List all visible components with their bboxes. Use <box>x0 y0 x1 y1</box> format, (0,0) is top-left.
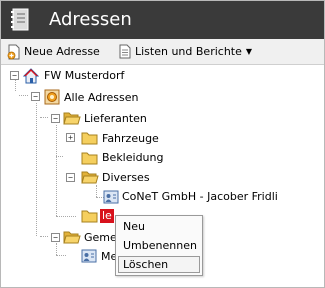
tree-connector <box>40 117 48 118</box>
tree-node-contact[interactable]: CoNeT GmbH - Jacober Fridli <box>122 190 278 204</box>
context-menu-rename[interactable]: Umbenennen <box>118 237 200 254</box>
lists-reports-label: Listen und Berichte <box>135 44 242 58</box>
tree-connector <box>56 255 66 256</box>
new-address-label: Neue Adresse <box>24 44 100 58</box>
context-menu-new[interactable]: Neu <box>118 218 200 235</box>
house-icon <box>22 68 40 84</box>
tree-node-selected[interactable]: le <box>100 209 114 223</box>
contact-card-icon <box>103 189 119 205</box>
lists-reports-dropdown[interactable]: Listen und Berichte ▼ <box>119 39 252 64</box>
tree-node-misc[interactable]: Diverses <box>102 171 150 185</box>
tree-connector <box>56 216 76 217</box>
folder-open-icon <box>63 229 81 245</box>
contact-card-icon <box>81 248 97 264</box>
context-menu: Neu Umbenennen Löschen <box>115 215 203 276</box>
folder-icon <box>81 130 98 146</box>
folder-icon <box>81 150 98 166</box>
chevron-down-icon: ▼ <box>245 47 253 56</box>
folder-open-icon <box>63 110 81 126</box>
report-document-icon <box>119 44 131 59</box>
tree-connector <box>56 125 57 216</box>
tree-node-clothing[interactable]: Bekleidung <box>102 151 163 165</box>
expand-toggle[interactable]: + <box>66 133 75 142</box>
collapse-toggle[interactable]: − <box>51 114 60 123</box>
tree-connector <box>40 236 48 237</box>
tree-connector <box>15 80 16 91</box>
collapse-toggle[interactable]: − <box>31 92 40 101</box>
tree-connector <box>56 156 63 157</box>
tree-node-group[interactable]: Geme <box>84 231 117 245</box>
collapse-toggle[interactable]: − <box>66 173 75 182</box>
collapse-toggle[interactable]: − <box>51 233 60 242</box>
folder-icon <box>81 208 98 224</box>
collapse-toggle[interactable]: − <box>10 71 19 80</box>
address-app-window: Adressen Neue Adresse Listen und Bericht… <box>0 0 325 288</box>
new-address-button[interactable]: Neue Adresse <box>7 39 100 64</box>
context-menu-delete[interactable]: Löschen <box>118 256 200 273</box>
new-document-icon <box>7 44 21 60</box>
folder-open-icon <box>81 169 99 185</box>
tree-node-fw-musterdorf[interactable]: FW Musterdorf <box>44 69 124 83</box>
contacts-card-icon <box>44 89 60 105</box>
tree-connector <box>19 95 28 96</box>
tree-connector <box>96 185 97 197</box>
app-header: Adressen <box>1 1 324 39</box>
tree-node-suppliers[interactable]: Lieferanten <box>84 112 147 126</box>
toolbar: Neue Adresse Listen und Berichte ▼ <box>1 39 324 65</box>
tree-connector <box>56 243 57 255</box>
page-title: Adressen <box>49 9 132 30</box>
tree-node-all-addresses[interactable]: Alle Adressen <box>64 91 138 105</box>
tree-node-vehicles[interactable]: Fahrzeuge <box>102 132 159 146</box>
tree-connector <box>36 103 37 236</box>
address-book-icon <box>10 8 30 32</box>
